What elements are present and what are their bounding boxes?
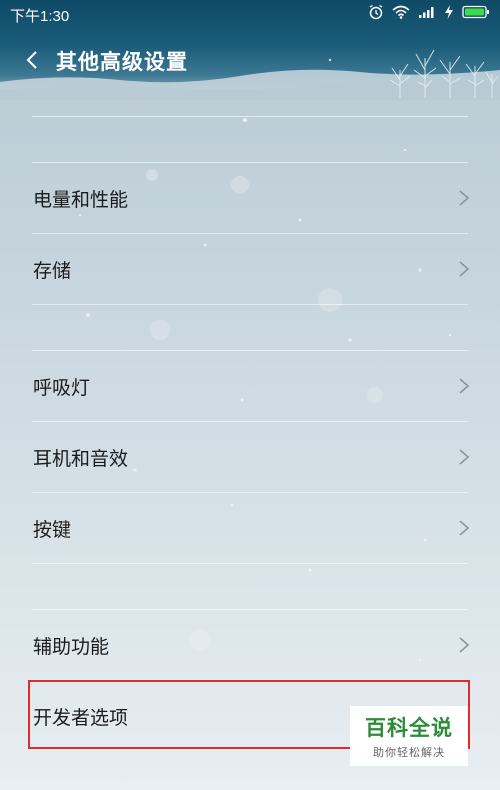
status-bar: 下午1:30: [0, 0, 500, 28]
divider: [32, 304, 468, 305]
settings-item-label: 呼吸灯: [33, 377, 91, 399]
settings-item-label: 存储: [33, 260, 72, 282]
watermark-logo: 百科全说 助你轻松解决: [350, 706, 468, 766]
chevron-left-icon: [26, 51, 37, 69]
settings-item-label: 耳机和音效: [33, 448, 129, 470]
divider: [32, 563, 468, 564]
settings-item-accessibility[interactable]: 辅助功能: [0, 610, 500, 680]
settings-item-buttons[interactable]: 按键: [0, 493, 500, 563]
page-title: 其他高级设置: [56, 50, 188, 74]
settings-item-label: 辅助功能: [33, 636, 110, 658]
divider: [32, 116, 468, 117]
alarm-icon: [368, 4, 384, 20]
wifi-icon: [392, 5, 410, 19]
watermark-tagline: 助你轻松解决: [373, 746, 445, 759]
chevron-right-icon: [459, 378, 470, 394]
settings-item-headphones-audio[interactable]: 耳机和音效: [0, 422, 500, 492]
settings-item-storage[interactable]: 存储: [0, 234, 500, 304]
chevron-right-icon: [459, 190, 470, 206]
status-icons: [368, 4, 490, 20]
charging-icon: [444, 4, 454, 20]
watermark-title: 百科全说: [365, 716, 453, 740]
title-bar: 其他高级设置: [0, 40, 500, 80]
settings-item-label: 电量和性能: [33, 189, 129, 211]
back-button[interactable]: [16, 44, 48, 76]
settings-item-label: 按键: [33, 519, 72, 541]
battery-icon: [462, 5, 490, 19]
settings-item-battery-performance[interactable]: 电量和性能: [0, 163, 500, 233]
chevron-right-icon: [459, 261, 470, 277]
status-time: 下午1:30: [10, 8, 70, 25]
header: 下午1:30 其他高级设置: [0, 0, 500, 100]
chevron-right-icon: [459, 520, 470, 536]
signal-icon: [418, 5, 436, 19]
chevron-right-icon: [459, 637, 470, 653]
settings-item-breathing-light[interactable]: 呼吸灯: [0, 351, 500, 421]
chevron-right-icon: [459, 449, 470, 465]
